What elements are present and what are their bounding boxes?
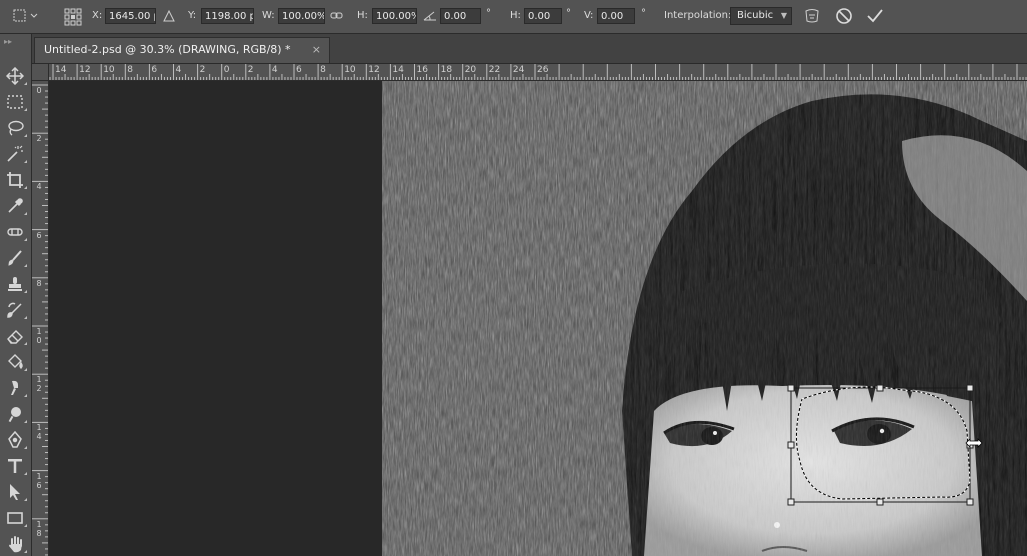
h-label: H: <box>357 10 368 21</box>
hskew-field[interactable]: 0.00 <box>524 8 562 24</box>
ruler-top-label: 26 <box>537 65 549 75</box>
ruler-horizontal[interactable]: 14 12 10 8 6 4 2 0 2 4 6 8 10 12 14 16 18 20 22 24 26 <box>49 64 1027 81</box>
interpolation-select[interactable]: Bicubic ▼ <box>730 7 792 25</box>
panel-grip-icon[interactable]: ▸▸ <box>4 37 12 46</box>
height-field[interactable]: 100.00% <box>372 8 417 24</box>
ruler-top-label: 2 <box>247 65 254 75</box>
brush-tool-icon[interactable] <box>2 246 28 268</box>
hskew-label: H: <box>510 10 521 21</box>
ruler-top-label: 10 <box>344 65 356 75</box>
width-field[interactable]: 100.00% <box>278 8 325 24</box>
ruler-top-label: 24 <box>512 65 525 75</box>
ruler-top-label: 12 <box>368 65 380 75</box>
marquee-tool-icon[interactable] <box>2 90 28 112</box>
x-label: X: <box>92 10 103 21</box>
ruler-top-label: 2 <box>199 65 206 75</box>
path-selection-tool-icon[interactable] <box>2 480 28 502</box>
smudge-tool-icon[interactable] <box>2 376 28 398</box>
w-label: W: <box>262 10 275 21</box>
link-icon[interactable] <box>330 9 344 26</box>
hand-tool-icon[interactable] <box>2 532 28 554</box>
ruler-top-label: 4 <box>175 65 182 75</box>
ruler-left-label: 2 <box>36 134 42 144</box>
handle-top-center <box>876 384 884 392</box>
ruler-top-label: 6 <box>151 65 158 75</box>
options-bar: X: 1645.00 px Y: 1198.00 px W: 100.00% H… <box>0 0 1027 34</box>
handle-bottom-right <box>966 498 974 506</box>
rotate-unit: ° <box>486 8 491 19</box>
vskew-label: V: <box>584 10 594 21</box>
ruler-top-label: 12 <box>79 65 91 75</box>
ruler-top-label: 14 <box>392 65 404 75</box>
rotate-angle-icon <box>422 9 438 26</box>
ruler-top-label: 4 <box>271 65 278 75</box>
tools-panel: ▸▸ <box>0 34 32 556</box>
commit-transform-icon[interactable] <box>866 7 884 28</box>
ruler-top-label: 14 <box>55 65 67 75</box>
ruler-top-label: 0 <box>223 65 230 75</box>
interpolation-value: Bicubic <box>737 10 774 21</box>
warp-icon[interactable] <box>803 7 821 28</box>
rectangle-tool-icon[interactable] <box>2 506 28 528</box>
ruler-top-label: 6 <box>296 65 302 75</box>
paint-bucket-tool-icon[interactable] <box>2 350 28 372</box>
type-tool-icon[interactable] <box>2 454 28 476</box>
ruler-left-label: 18 <box>36 519 42 538</box>
vskew-field[interactable]: 0.00 <box>597 8 635 24</box>
handle-top-right <box>966 384 974 392</box>
ruler-left-label: 14 <box>36 423 42 442</box>
close-icon[interactable]: × <box>312 38 321 62</box>
history-brush-tool-icon[interactable] <box>2 298 28 320</box>
ruler-left-label: 6 <box>36 230 42 240</box>
y-label: Y: <box>188 10 197 21</box>
ruler-left-label: 0 <box>36 86 42 95</box>
ruler-top-label: 8 <box>320 65 326 75</box>
ruler-top-label: 16 <box>416 65 428 75</box>
handle-middle-left <box>787 441 795 449</box>
clone-stamp-tool-icon[interactable] <box>2 272 28 294</box>
ruler-top-label: 8 <box>127 65 134 75</box>
lasso-tool-icon[interactable] <box>2 116 28 138</box>
handle-top-left <box>787 384 795 392</box>
relative-position-icon[interactable] <box>162 8 176 27</box>
eyedropper-tool-icon[interactable] <box>2 194 28 216</box>
magic-wand-tool-icon[interactable] <box>2 142 28 164</box>
ruler-left-label: 10 <box>36 327 42 345</box>
document-tab[interactable]: Untitled-2.psd @ 30.3% (DRAWING, RGB/8) … <box>34 37 330 63</box>
cancel-transform-icon[interactable] <box>835 7 853 28</box>
chevron-down-icon: ▼ <box>780 11 787 20</box>
eraser-tool-icon[interactable] <box>2 324 28 346</box>
ruler-vertical[interactable]: 0 2 4 6 8 10 12 14 16 18 <box>32 81 49 556</box>
ruler-left-label: 8 <box>36 278 42 288</box>
ruler-top-label: 18 <box>440 65 453 75</box>
reference-point-icon[interactable] <box>63 7 83 30</box>
ruler-left-label: 4 <box>36 182 42 192</box>
transform-preset-icon[interactable] <box>12 8 38 27</box>
ruler-origin[interactable] <box>32 64 49 81</box>
handle-bottom-left <box>787 498 795 506</box>
dodge-tool-icon[interactable] <box>2 402 28 424</box>
spot-healing-tool-icon[interactable] <box>2 220 28 242</box>
interpolation-label: Interpolation: <box>664 10 732 21</box>
ruler-top-label: 10 <box>103 65 115 75</box>
move-tool-icon[interactable] <box>2 64 28 86</box>
document-tab-title: Untitled-2.psd @ 30.3% (DRAWING, RGB/8) … <box>44 43 291 56</box>
crop-tool-icon[interactable] <box>2 168 28 190</box>
ruler-top-label: 22 <box>488 65 501 75</box>
ruler-left-label: 16 <box>36 471 42 490</box>
pen-tool-icon[interactable] <box>2 428 28 450</box>
hskew-unit: ° <box>566 8 571 19</box>
document-canvas[interactable] <box>382 81 1027 556</box>
ruler-left-label: 12 <box>36 375 42 394</box>
ruler-top-label: 20 <box>464 65 477 75</box>
rotate-field[interactable]: 0.00 <box>440 8 481 24</box>
x-position-field[interactable]: 1645.00 px <box>105 8 156 24</box>
document-tab-bar: Untitled-2.psd @ 30.3% (DRAWING, RGB/8) … <box>32 34 1027 64</box>
handle-bottom-center <box>876 498 884 506</box>
y-position-field[interactable]: 1198.00 px <box>201 8 254 24</box>
vskew-unit: ° <box>641 8 646 19</box>
document-workspace[interactable] <box>49 81 1027 556</box>
drawing-artwork <box>382 81 1027 556</box>
